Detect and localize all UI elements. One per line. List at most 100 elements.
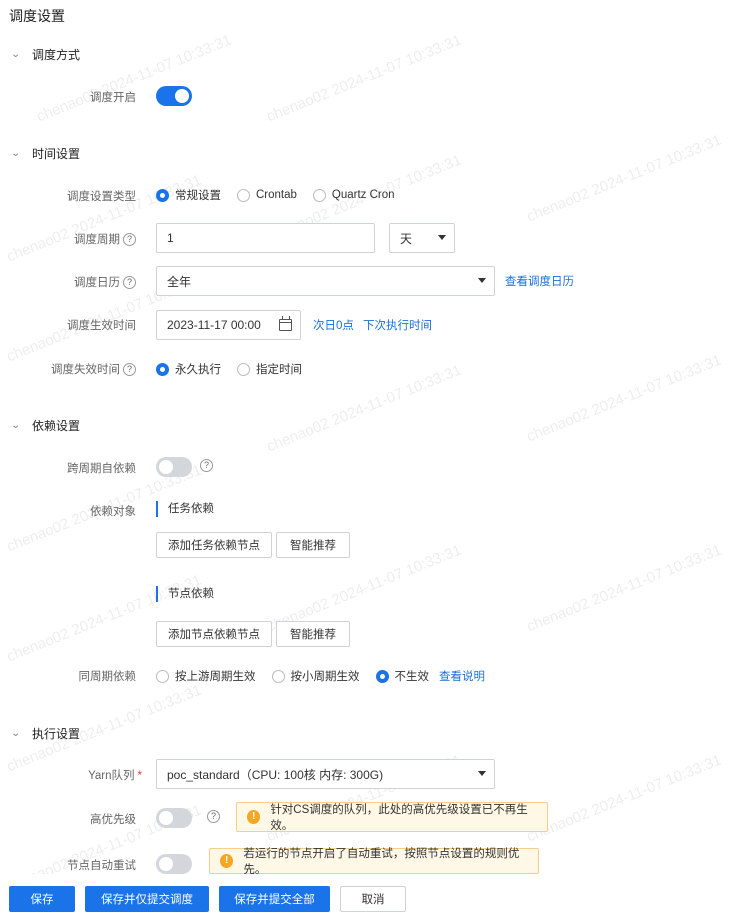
add-node-dependency-button[interactable]: 添加节点依赖节点 (156, 621, 272, 647)
yarn-queue-label: Yarn队列 * (40, 767, 142, 783)
view-calendar-link[interactable]: 查看调度日历 (505, 273, 574, 289)
period-value: 1 (167, 231, 174, 245)
radio-label: 永久执行 (175, 364, 221, 376)
caret-down-icon (478, 278, 486, 283)
radio-circle (237, 188, 250, 202)
next-run-time-link[interactable]: 下次执行时间 (363, 317, 432, 333)
required-mark: * (137, 770, 142, 782)
schedule-type-label: 调度设置类型 (67, 191, 136, 203)
view-explanation-link[interactable]: 查看说明 (439, 668, 485, 684)
section-header-dependency[interactable]: ⌄ 依赖设置 (10, 417, 81, 434)
same-period-radio-group: 按上游周期生效 按小周期生效 不生效 查看说明 (156, 668, 485, 684)
toggle-knob (159, 857, 173, 871)
priority-toggle[interactable] (156, 808, 192, 828)
calendar-icon (279, 316, 292, 331)
chevron-down-icon: ⌄ (10, 148, 21, 159)
radio-label: Quartz Cron (331, 189, 395, 201)
calendar-value: 全年 (167, 274, 192, 289)
add-task-dependency-button[interactable]: 添加任务依赖节点 (156, 532, 272, 558)
help-icon[interactable]: ? (123, 276, 136, 290)
priority-label: 高优先级 (90, 814, 136, 826)
help-icon[interactable]: ? (200, 459, 213, 472)
section-title: 依赖设置 (32, 419, 81, 433)
save-submit-schedule-button[interactable]: 保存并仅提交调度 (85, 886, 209, 912)
priority-warning: ! 针对CS调度的队列，此处的高优先级设置已不再生效。 (236, 802, 548, 832)
toggle-knob (159, 811, 173, 825)
toggle-knob (175, 89, 189, 103)
radio-label: 按小周期生效 (290, 671, 360, 683)
section-header-time[interactable]: ⌄ 时间设置 (10, 145, 80, 162)
watermark: chenao02 2024-11-07 10:33:31 (524, 541, 724, 636)
radio-circle (271, 669, 285, 683)
warning-text: 针对CS调度的队列，此处的高优先级设置已不再生效。 (270, 804, 528, 832)
radio-label: 按上游周期生效 (175, 671, 256, 683)
expire-radio-group: 永久执行 指定时间 (156, 361, 318, 377)
calendar-label-text: 调度日历 (74, 277, 120, 289)
yarn-queue-select[interactable]: poc_standard（CPU: 100核 内存: 300G) (156, 759, 495, 789)
radio-specific-time[interactable]: 指定时间 (237, 361, 302, 377)
effective-time-picker[interactable]: 2023-11-17 00:00 (156, 310, 301, 340)
radio-circle (375, 669, 389, 683)
watermark: chenao02 2024-11-07 10:33:31 (264, 31, 464, 126)
radio-crontab[interactable]: Crontab (237, 188, 297, 202)
watermark: chenao02 2024-11-07 10:33:31 (524, 131, 724, 226)
toggle-knob (159, 460, 173, 474)
radio-upstream-period[interactable]: 按上游周期生效 (156, 668, 256, 684)
yarn-label-text: Yarn队列 (88, 770, 135, 782)
watermark: chenao02 2024-11-07 10:33:31 (524, 751, 724, 846)
warning-icon: ! (220, 854, 234, 868)
radio-label: 不生效 (394, 671, 430, 683)
section-title: 执行设置 (32, 727, 81, 741)
help-icon[interactable]: ? (207, 810, 220, 823)
section-header-mode[interactable]: ⌄ 调度方式 (10, 46, 81, 63)
effective-time-value: 2023-11-17 00:00 (167, 318, 261, 332)
period-input[interactable]: 1 (156, 223, 375, 253)
effective-time-label: 调度生效时间 (67, 320, 136, 332)
save-button[interactable]: 保存 (9, 886, 75, 912)
next-day-link[interactable]: 次日0点 (313, 317, 354, 333)
page-title: 调度设置 (9, 8, 65, 24)
radio-small-period[interactable]: 按小周期生效 (271, 668, 360, 684)
save-submit-all-button[interactable]: 保存并提交全部 (219, 886, 330, 912)
period-unit-value: 天 (400, 231, 413, 246)
period-label-text: 调度周期 (74, 234, 120, 246)
watermark: chenao02 2024-11-07 10:33:31 (524, 351, 724, 446)
cancel-button[interactable]: 取消 (340, 886, 406, 912)
radio-circle (237, 362, 250, 376)
radio-label: Crontab (256, 189, 297, 201)
caret-down-icon (438, 235, 446, 240)
help-icon[interactable]: ? (123, 233, 136, 247)
radio-label: 指定时间 (256, 364, 302, 376)
radio-forever[interactable]: 永久执行 (156, 361, 221, 377)
radio-circle (156, 188, 169, 202)
section-title: 调度方式 (32, 48, 81, 62)
section-header-exec[interactable]: ⌄ 执行设置 (10, 725, 81, 742)
smart-recommend-button[interactable]: 智能推荐 (276, 621, 350, 647)
auto-retry-label: 节点自动重试 (67, 860, 136, 872)
cross-period-label: 跨周期自依赖 (67, 463, 136, 475)
cross-period-toggle[interactable] (156, 457, 192, 477)
caret-down-icon (478, 771, 486, 776)
chevron-down-icon: ⌄ (10, 420, 21, 431)
radio-quartz[interactable]: Quartz Cron (312, 188, 395, 202)
dependency-target-label: 依赖对象 (90, 506, 136, 518)
radio-not-effective[interactable]: 不生效 (375, 668, 430, 684)
calendar-select[interactable]: 全年 (156, 266, 495, 296)
expire-time-label: 调度失效时间? (30, 361, 136, 377)
expire-label-text: 调度失效时间 (51, 364, 120, 376)
calendar-label: 调度日历? (40, 274, 136, 290)
retry-warning: ! 若运行的节点开启了自动重试，按照节点设置的规则优先。 (209, 848, 539, 876)
chevron-down-icon: ⌄ (10, 728, 21, 739)
auto-retry-toggle[interactable] (156, 854, 192, 874)
radio-regular[interactable]: 常规设置 (156, 187, 221, 203)
schedule-enable-toggle[interactable] (156, 86, 192, 106)
smart-recommend-button[interactable]: 智能推荐 (276, 532, 350, 558)
warning-icon: ! (247, 810, 261, 824)
help-icon[interactable]: ? (123, 363, 136, 377)
period-label: 调度周期? (40, 231, 136, 247)
same-period-label: 同周期依赖 (78, 671, 137, 683)
radio-circle (156, 669, 169, 683)
chevron-down-icon: ⌄ (10, 49, 21, 60)
schedule-type-radio-group: 常规设置 Crontab Quartz Cron (156, 187, 411, 203)
period-unit-select[interactable]: 天 (389, 223, 455, 253)
